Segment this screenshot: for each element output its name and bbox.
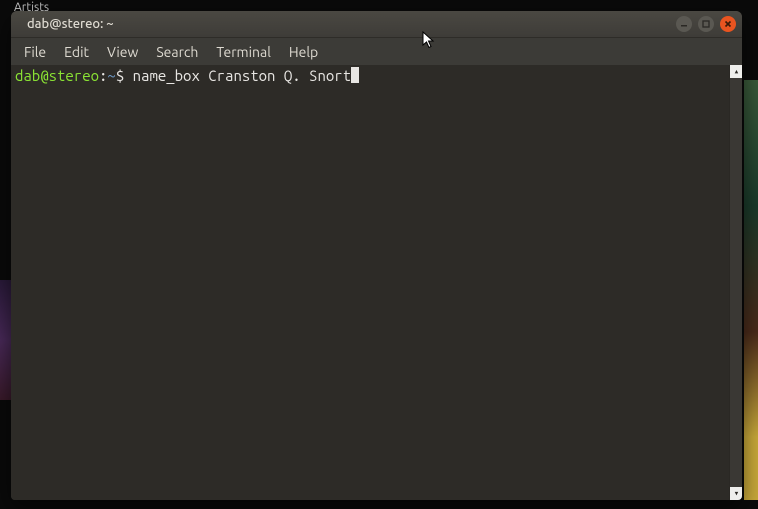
menu-bar: File Edit View Search Terminal Help (11, 38, 742, 65)
menu-help[interactable]: Help (280, 40, 327, 64)
terminal-body[interactable]: dab@stereo:~$ name_box Cranston Q. Snort… (11, 65, 742, 500)
maximize-button[interactable] (698, 16, 714, 32)
command-input[interactable]: name_box Cranston Q. Snort (133, 67, 351, 84)
maximize-icon (702, 20, 710, 28)
scrollbar[interactable]: ▴ ▾ (729, 65, 742, 500)
prompt-user-host: dab@stereo (15, 67, 99, 84)
close-icon (724, 20, 732, 28)
prompt-path: ~ (107, 67, 115, 84)
menu-file[interactable]: File (15, 40, 55, 64)
terminal-window: dab@stereo: ~ File Edit View Search Term… (11, 11, 742, 500)
menu-search[interactable]: Search (147, 40, 207, 64)
scrollbar-down-button[interactable]: ▾ (730, 487, 742, 500)
menu-view[interactable]: View (98, 40, 147, 64)
window-title: dab@stereo: ~ (19, 17, 114, 31)
window-titlebar[interactable]: dab@stereo: ~ (11, 11, 742, 38)
window-controls (676, 16, 736, 32)
minimize-icon (680, 20, 688, 28)
bg-art-right (744, 80, 758, 500)
prompt-line: dab@stereo:~$ name_box Cranston Q. Snort (15, 67, 738, 86)
menu-edit[interactable]: Edit (55, 40, 98, 64)
close-button[interactable] (720, 16, 736, 32)
menu-terminal[interactable]: Terminal (207, 40, 280, 64)
minimize-button[interactable] (676, 16, 692, 32)
text-cursor (351, 67, 359, 83)
scrollbar-up-button[interactable]: ▴ (730, 65, 742, 78)
prompt-dollar: $ (116, 67, 133, 84)
